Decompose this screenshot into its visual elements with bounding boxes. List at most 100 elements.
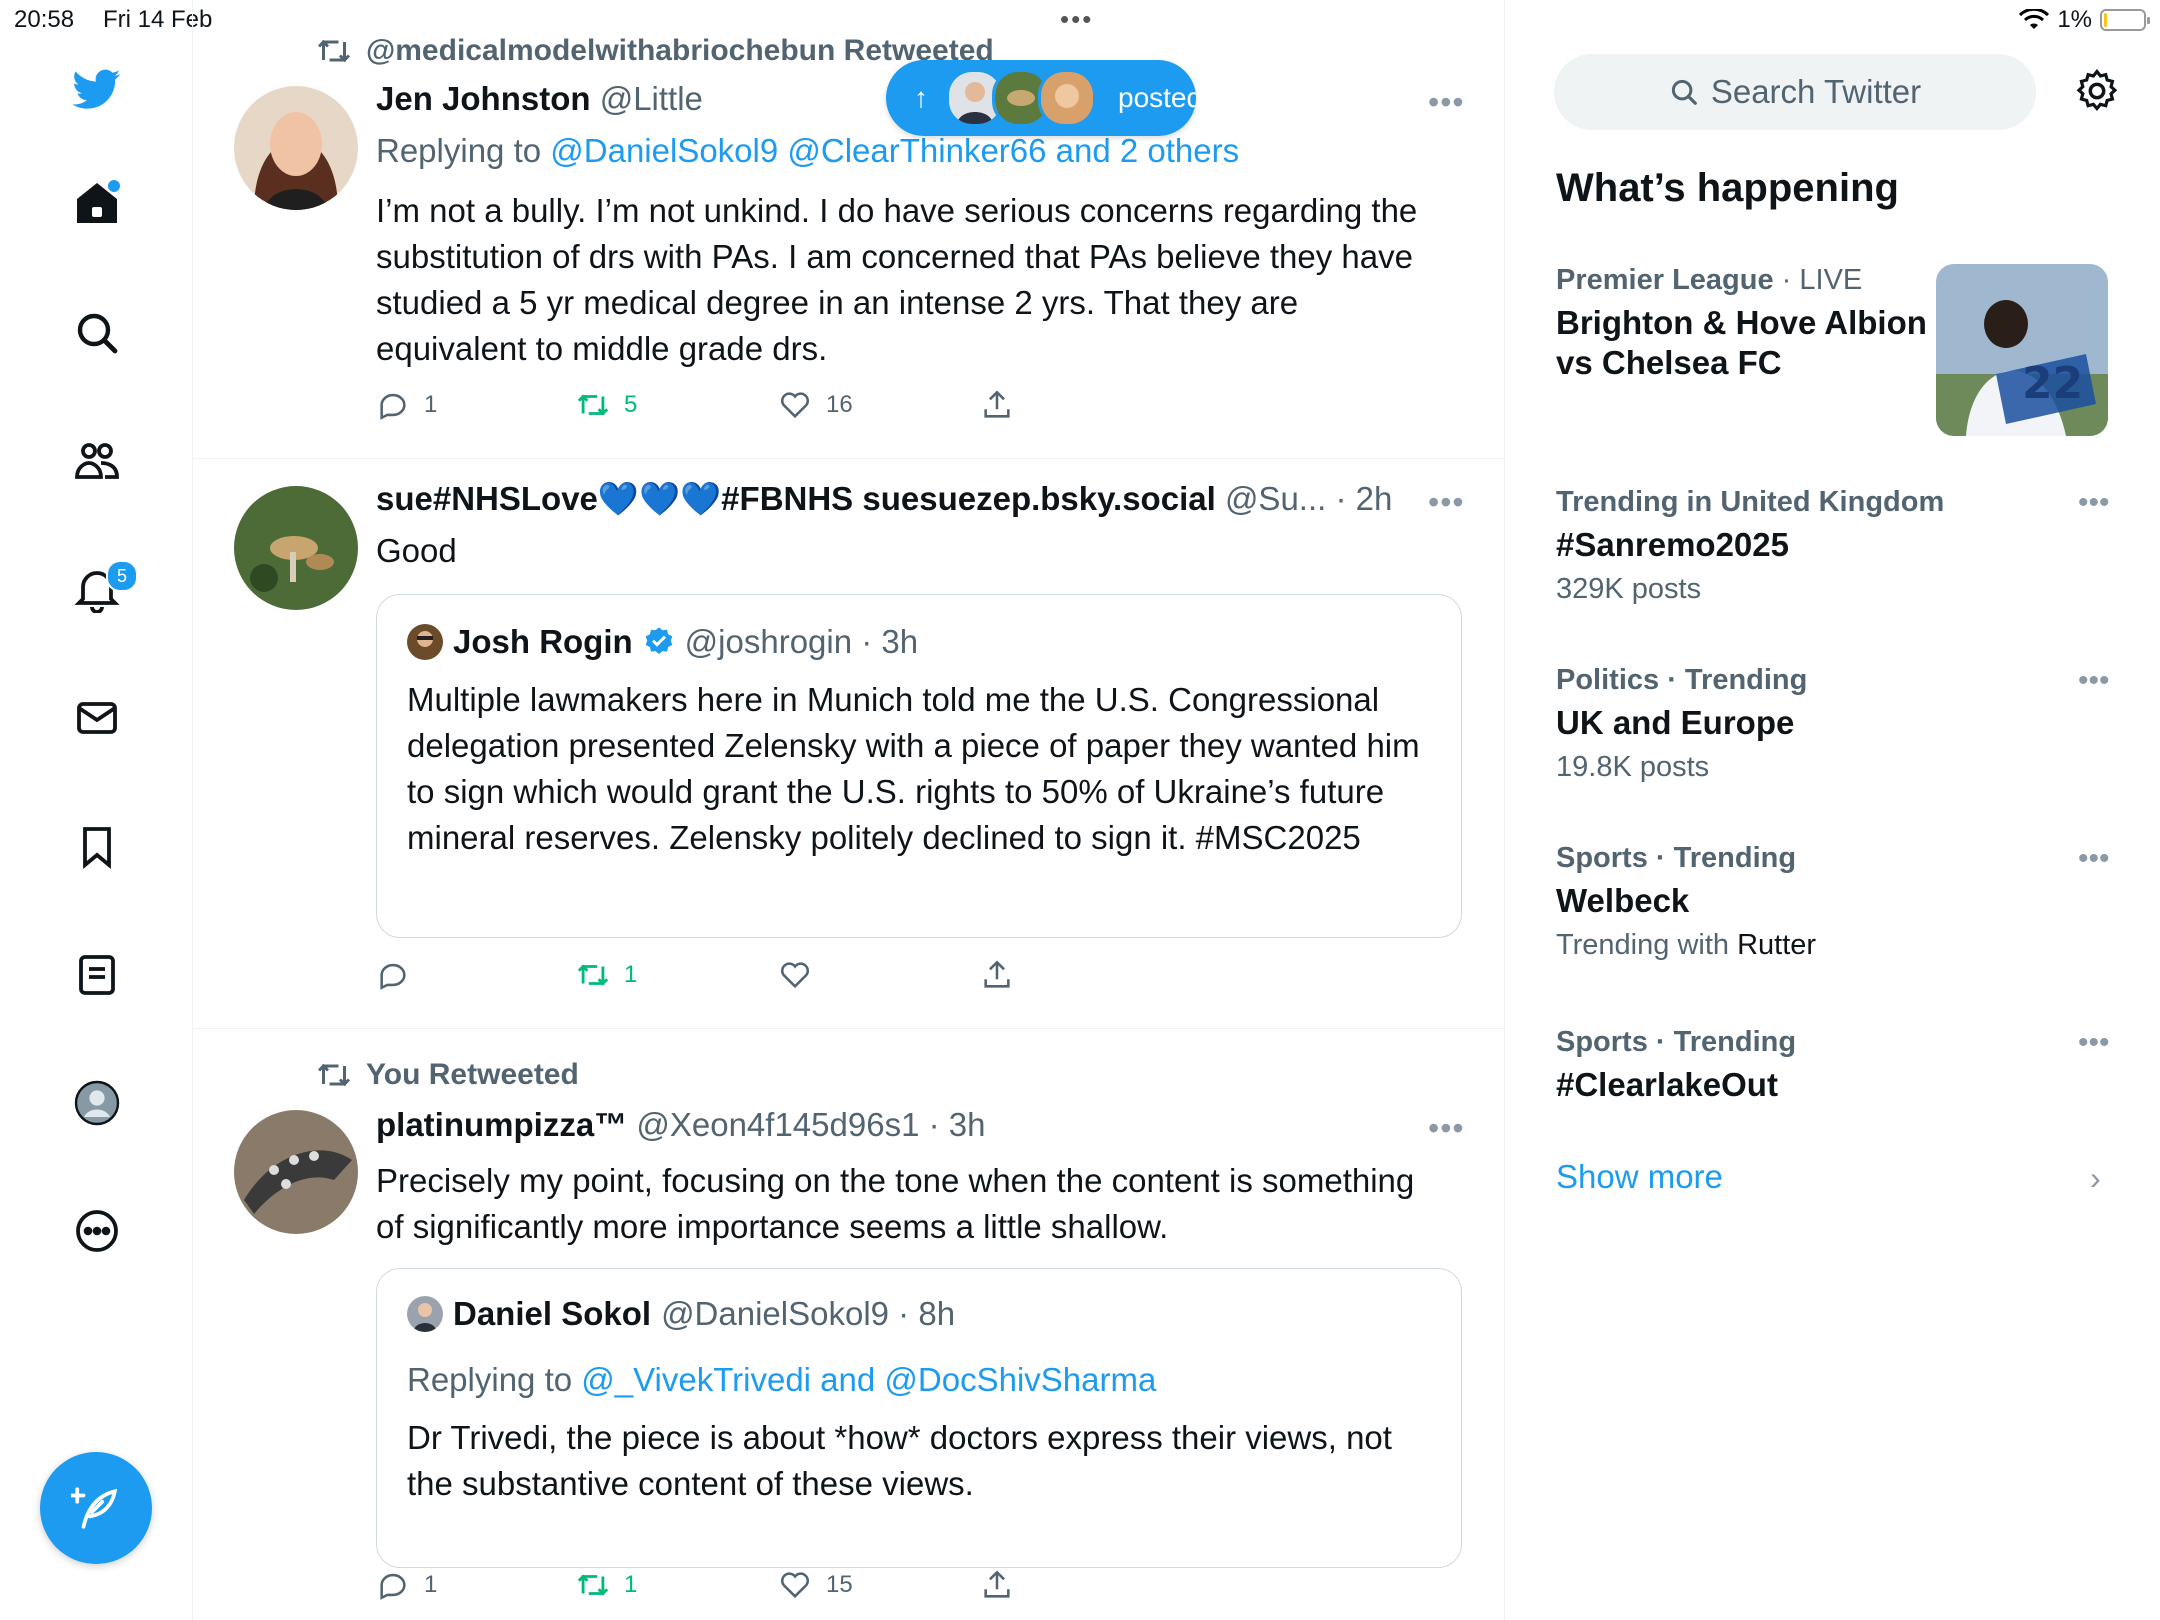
reply-button[interactable]: 1 xyxy=(376,1568,437,1602)
twitter-logo-icon[interactable] xyxy=(62,54,132,124)
reply-button[interactable]: 1 xyxy=(376,388,437,422)
heart-icon xyxy=(780,962,810,989)
trend-item[interactable]: Trending in United Kingdom #Sanremo2025 … xyxy=(1556,486,2116,606)
tweet-actions: 1 1 15 xyxy=(376,1568,1276,1608)
reply-icon xyxy=(380,1573,406,1600)
tweet-more-icon[interactable]: ••• xyxy=(1428,1110,1465,1147)
retweet-count: 1 xyxy=(624,1571,638,1598)
trend-more-icon[interactable]: ••• xyxy=(2078,486,2110,520)
search-icon xyxy=(1671,79,1697,105)
like-button[interactable]: 15 xyxy=(778,1568,853,1602)
show-more-link[interactable]: Show more xyxy=(1556,1158,1723,1196)
retweet-button[interactable]: 1 xyxy=(576,958,637,992)
author-name[interactable]: Jen Johnston xyxy=(376,80,591,117)
search-placeholder: Search Twitter xyxy=(1710,73,1922,110)
home-icon[interactable] xyxy=(62,168,132,238)
author-name[interactable]: platinumpizza™ xyxy=(376,1106,627,1143)
author-handle[interactable]: @Little xyxy=(600,80,703,117)
like-button[interactable] xyxy=(778,958,826,992)
trend-post-count: 19.8K posts xyxy=(1556,751,1710,783)
tweet[interactable]: You Retweeted platinumpizza™ @Xeon4f145d… xyxy=(192,1028,1504,1620)
retweet-icon xyxy=(577,1574,609,1596)
quote-avatar xyxy=(407,1296,443,1332)
right-sidebar: Search Twitter What’s happening Premier … xyxy=(1504,0,2160,1620)
settings-gear-icon[interactable] xyxy=(2074,68,2120,114)
profile-avatar-icon[interactable] xyxy=(62,1068,132,1138)
quote-header: Daniel Sokol @DanielSokol9 · 8h xyxy=(407,1295,955,1333)
retweet-context-label: @medicalmodelwithabriochebun Retweeted xyxy=(366,34,994,67)
like-count: 15 xyxy=(826,1571,853,1598)
feather-plus-icon xyxy=(71,1487,118,1529)
share-button[interactable] xyxy=(980,958,1014,992)
retweet-context: @medicalmodelwithabriochebun Retweeted xyxy=(316,34,994,68)
chevron-right-icon[interactable]: › xyxy=(2090,1160,2101,1197)
trend-trending-with: Trending with Rutter xyxy=(1556,929,2116,962)
trend-item[interactable]: Premier League · LIVE Brighton & Hove Al… xyxy=(1556,264,1936,383)
tweet[interactable]: @medicalmodelwithabriochebun Retweeted J… xyxy=(192,0,1504,459)
tweet-more-icon[interactable]: ••• xyxy=(1428,484,1465,521)
reply-count: 1 xyxy=(424,391,438,418)
trend-more-icon[interactable]: ••• xyxy=(2078,1026,2110,1060)
trend-category: Trending in United Kingdom xyxy=(1556,486,1945,518)
quote-replying-to: Replying to @_VivekTrivedi and @DocShivS… xyxy=(407,1357,1437,1403)
more-options-icon[interactable] xyxy=(62,1196,132,1266)
new-posts-pill[interactable]: ↑ posted xyxy=(886,60,1202,136)
tweet-header: sue#NHSLove💙💙💙#FBNHS suesuezep.bsky.soci… xyxy=(376,480,1392,519)
trend-title: Welbeck xyxy=(1556,882,1690,919)
quote-author-handle: @DanielSokol9 · 8h xyxy=(661,1295,956,1332)
notifications-badge: 5 xyxy=(106,560,138,592)
trend-title: Brighton & Hove Albion vs Chelsea FC xyxy=(1556,304,1927,381)
svg-text:22: 22 xyxy=(2022,358,2083,409)
lists-icon[interactable] xyxy=(62,940,132,1010)
quoted-tweet[interactable]: Josh Rogin @joshrogin · 3h Multiple lawm… xyxy=(376,594,1462,938)
trend-post-count: 329K posts xyxy=(1556,573,1702,605)
new-posts-label: posted xyxy=(1118,82,1203,113)
avatar[interactable] xyxy=(234,86,358,210)
explore-search-icon[interactable] xyxy=(62,298,132,368)
tweet-actions: 1 xyxy=(376,958,1276,998)
trend-item[interactable]: Politics · Trending UK and Europe 19.8K … xyxy=(1556,664,2116,784)
compose-tweet-button[interactable] xyxy=(40,1452,152,1564)
messages-envelope-icon[interactable] xyxy=(62,683,132,753)
share-button[interactable] xyxy=(980,388,1014,422)
replying-to-link[interactable]: @DanielSokol9 @ClearThinker66 and 2 othe… xyxy=(550,132,1239,169)
trend-item[interactable]: Sports · Trending #ClearlakeOut xyxy=(1556,1026,2116,1105)
trend-category: Sports · Trending xyxy=(1556,1026,1797,1058)
trend-category: Sports · Trending xyxy=(1556,842,1797,874)
bookmarks-icon[interactable] xyxy=(62,812,132,882)
reply-icon xyxy=(380,963,406,990)
trend-item[interactable]: Sports · Trending Welbeck Trending with … xyxy=(1556,842,2116,962)
author-handle[interactable]: @Su... · 2h xyxy=(1225,480,1392,517)
author-name[interactable]: sue#NHSLove💙💙💙#FBNHS suesuezep.bsky.soci… xyxy=(376,480,1216,517)
replying-to: Replying to @DanielSokol9 @ClearThinker6… xyxy=(376,132,1239,170)
communities-icon[interactable] xyxy=(62,426,132,496)
avatar[interactable] xyxy=(234,1110,358,1234)
trend-more-icon[interactable]: ••• xyxy=(2078,664,2110,698)
notifications-bell-icon[interactable]: 5 xyxy=(62,554,138,624)
retweet-button[interactable]: 5 xyxy=(576,388,637,422)
avatar[interactable] xyxy=(234,486,358,610)
trend-image[interactable]: 22 xyxy=(1936,264,2108,436)
share-icon xyxy=(984,960,1010,988)
home-unread-dot xyxy=(108,180,120,192)
replying-prefix: Replying to xyxy=(376,132,551,169)
search-input[interactable]: Search Twitter xyxy=(1554,54,2036,130)
tweet-actions: 1 5 16 xyxy=(376,388,1276,428)
share-button[interactable] xyxy=(980,1568,1014,1602)
retweet-count: 1 xyxy=(624,961,638,988)
tweet[interactable]: sue#NHSLove💙💙💙#FBNHS suesuezep.bsky.soci… xyxy=(192,458,1504,1029)
author-handle[interactable]: @Xeon4f145d96s1 · 3h xyxy=(636,1106,985,1143)
verified-badge-icon xyxy=(645,627,673,654)
like-button[interactable]: 16 xyxy=(778,388,853,422)
retweet-icon xyxy=(317,1063,351,1087)
trend-more-icon[interactable]: ••• xyxy=(2078,842,2110,876)
reply-button[interactable] xyxy=(376,958,424,992)
quote-replying-to-link[interactable]: @_VivekTrivedi and @DocShivSharma xyxy=(581,1361,1156,1398)
retweet-icon xyxy=(317,39,351,63)
quoted-tweet[interactable]: Daniel Sokol @DanielSokol9 · 8h Replying… xyxy=(376,1268,1462,1568)
tweet-more-icon[interactable]: ••• xyxy=(1428,84,1465,121)
heart-icon xyxy=(780,1572,810,1599)
trending-with-term: Rutter xyxy=(1737,929,1817,961)
tweet-header: platinumpizza™ @Xeon4f145d96s1 · 3h xyxy=(376,1106,985,1144)
retweet-button[interactable]: 1 xyxy=(576,1568,637,1602)
